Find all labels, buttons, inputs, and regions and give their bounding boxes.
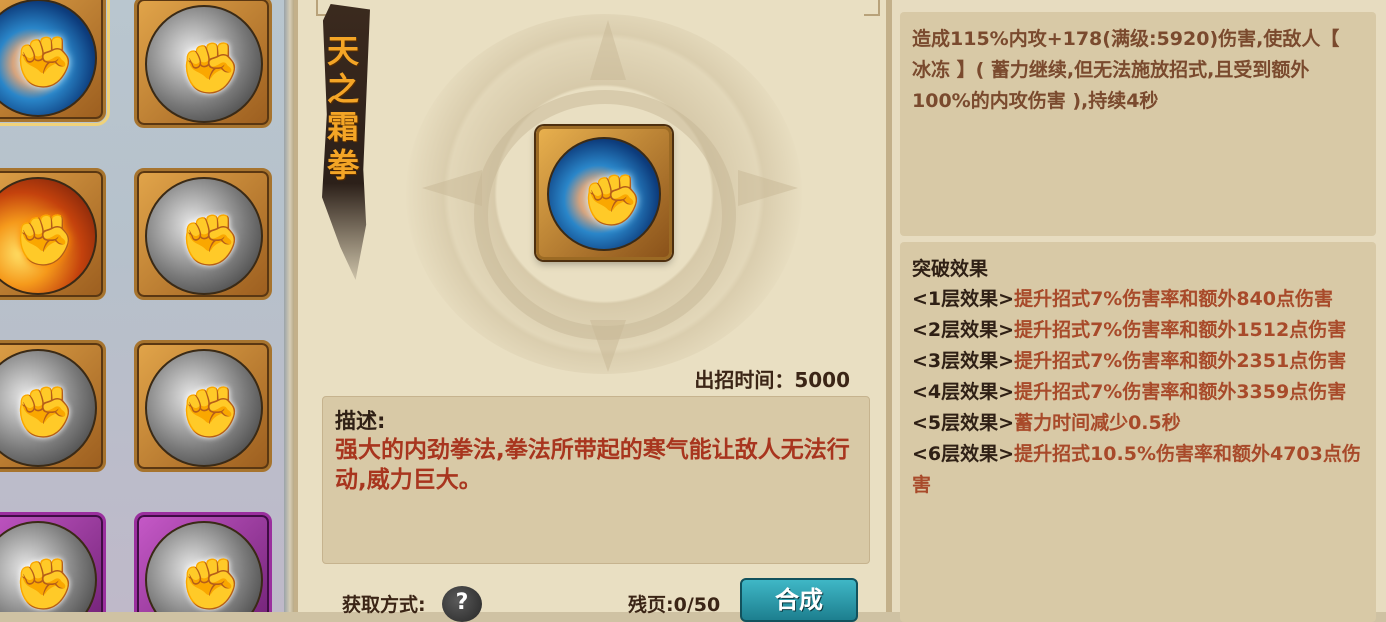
effect-box: 造成115%内攻+178(满级:5920)伤害,使敌人【 冰冻 】( 蓄力继续,… [900, 12, 1376, 236]
breakthrough-level-6: <6层效果>提升招式10.5%伤害率和额外4703点伤害 [912, 443, 1361, 496]
ice-fist-icon: ✊ [0, 0, 97, 117]
ice-fist-icon: ✊ [547, 137, 661, 251]
skill-slot-4[interactable]: ✊ [134, 168, 272, 300]
action-bar: 获取方式: ? 残页:0/50 合成 [298, 576, 886, 622]
shadow-fist-icon: ✊ [145, 349, 263, 467]
medallion-spike-left [422, 170, 482, 206]
breakthrough-box: 突破效果 <1层效果>提升招式7%伤害率和额外840点伤害 <2层效果>提升招式… [900, 242, 1376, 622]
breakthrough-level-3: <3层效果>提升招式7%伤害率和额外2351点伤害 [912, 350, 1347, 372]
help-button[interactable]: ? [442, 586, 482, 622]
breakthrough-title: 突破效果 [912, 258, 989, 280]
medallion-spike-up [590, 20, 626, 80]
synthesize-button[interactable]: 合成 [740, 578, 858, 622]
cast-time: 出招时间：5000 [694, 368, 850, 392]
description-label: 描述: [335, 409, 386, 433]
corner-ornament-right [864, 0, 880, 16]
breakthrough-level-2: <2层效果>提升招式7%伤害率和额外1512点伤害 [912, 319, 1347, 341]
skill-effect-panel: 造成115%内攻+178(满级:5920)伤害,使敌人【 冰冻 】( 蓄力继续,… [892, 0, 1386, 622]
medallion-spike-down [590, 320, 626, 372]
skill-detail-panel: 天之霜拳 ✊ 出招时间：5000 描述: 强大的内劲拳法,拳法所带起的寒气能让敌… [294, 0, 892, 622]
skill-slot-6[interactable]: ✊ [134, 340, 272, 472]
skill-grid: ✊ ✊ ✊ ✊ ✊ ✊ ✊ ✊ [0, 0, 290, 612]
breakthrough-level-5: <5层效果>蓄力时间减少0.5秒 [912, 412, 1181, 434]
skill-main-icon: ✊ [536, 126, 672, 260]
effect-text: 造成115%内攻+178(满级:5920)伤害,使敌人【 冰冻 】( 蓄力继续,… [912, 28, 1340, 112]
skill-slot-8[interactable]: ✊ [134, 512, 272, 612]
medallion-spike-right [738, 170, 798, 206]
fire-fist-icon: ✊ [0, 177, 97, 295]
skill-slot-2[interactable]: ✊ [134, 0, 272, 128]
obtain-method-label: 获取方式: [342, 594, 426, 616]
skill-name: 天之霜拳 [322, 34, 360, 186]
panel-divider [284, 0, 294, 612]
white-fist-icon: ✊ [0, 349, 97, 467]
description-text: 强大的内劲拳法,拳法所带起的寒气能让敌人无法行动,威力巨大。 [335, 437, 850, 493]
breakthrough-level-1: <1层效果>提升招式7%伤害率和额外840点伤害 [912, 288, 1333, 310]
silver-fist-icon: ✊ [145, 5, 263, 123]
fragment-count: 残页:0/50 [628, 594, 721, 616]
skill-slot-7[interactable]: ✊ [0, 512, 106, 612]
gray-fist-icon: ✊ [145, 177, 263, 295]
purple-fist-icon-2: ✊ [145, 521, 263, 612]
skill-slot-5[interactable]: ✊ [0, 340, 106, 472]
skill-slot-1[interactable]: ✊ [0, 0, 110, 126]
description-box: 描述: 强大的内劲拳法,拳法所带起的寒气能让敌人无法行动,威力巨大。 [322, 396, 870, 564]
skill-slot-3[interactable]: ✊ [0, 168, 106, 300]
purple-fist-icon: ✊ [0, 521, 97, 612]
breakthrough-level-4: <4层效果>提升招式7%伤害率和额外3359点伤害 [912, 381, 1347, 403]
